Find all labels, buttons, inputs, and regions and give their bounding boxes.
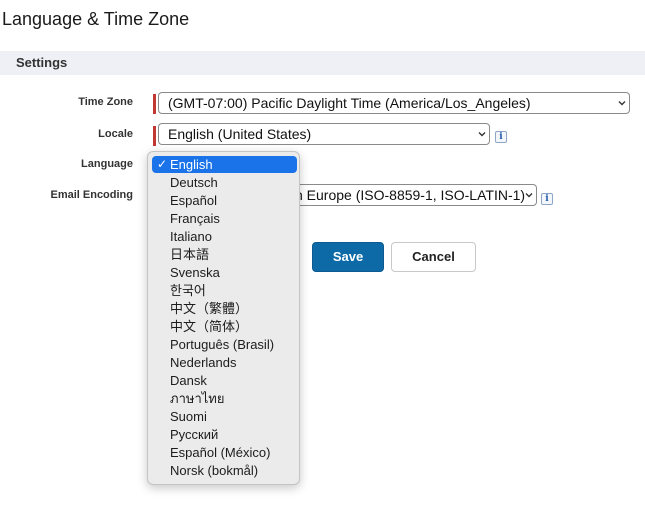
language-option-label: Nederlands — [170, 355, 237, 370]
language-option[interactable]: 한국어 — [152, 282, 297, 299]
language-option[interactable]: Svenska — [152, 264, 297, 281]
language-option-label: 中文（简体） — [170, 319, 249, 334]
chevron-down-icon — [618, 99, 626, 106]
language-option-label: Deutsch — [170, 175, 218, 190]
language-option[interactable]: ✓ English — [152, 156, 297, 173]
language-option-label: ภาษาไทย — [170, 391, 225, 406]
required-indicator — [153, 94, 156, 114]
language-option[interactable]: Français — [152, 210, 297, 227]
required-indicator — [153, 126, 156, 146]
language-option[interactable]: Dansk — [152, 372, 297, 389]
section-title: Settings — [16, 55, 68, 70]
checkmark-icon: ✓ — [157, 157, 168, 171]
language-option-label: Svenska — [170, 265, 220, 280]
timezone-select[interactable]: (GMT-07:00) Pacific Daylight Time (Ameri… — [158, 92, 630, 114]
language-option-label: Français — [170, 211, 220, 226]
page-title: Language & Time Zone — [2, 9, 190, 29]
language-option[interactable]: Norsk (bokmål) — [152, 462, 297, 479]
email-encoding-value: n Europe (ISO-8859-1, ISO-LATIN-1) — [295, 187, 526, 203]
language-option-label: 日本語 — [170, 247, 210, 262]
chevron-down-icon — [478, 130, 486, 137]
save-button[interactable]: Save — [312, 242, 384, 272]
language-option[interactable]: Português (Brasil) — [152, 336, 297, 353]
language-option-label: Español — [170, 193, 217, 208]
language-option-label: Dansk — [170, 373, 207, 388]
language-option[interactable]: ภาษาไทย — [152, 390, 297, 407]
section-header: Settings — [0, 51, 645, 75]
language-dropdown-menu[interactable]: ✓ English Deutsch Español Français Italiano 日本… — [147, 151, 300, 485]
language-option[interactable]: Nederlands — [152, 354, 297, 371]
language-option-label: Español (México) — [170, 445, 271, 460]
locale-value: English (United States) — [168, 126, 312, 142]
language-option[interactable]: Deutsch — [152, 174, 297, 191]
info-icon[interactable]: i — [541, 193, 553, 205]
language-option[interactable]: 中文（繁體） — [152, 300, 297, 317]
language-option-label: 中文（繁體） — [170, 301, 249, 316]
language-option-label: 한국어 — [170, 283, 206, 298]
timezone-value: (GMT-07:00) Pacific Daylight Time (Ameri… — [168, 95, 531, 111]
info-icon[interactable]: i — [495, 131, 507, 143]
language-option[interactable]: 日本語 — [152, 246, 297, 263]
language-option[interactable]: 中文（简体） — [152, 318, 297, 335]
cancel-button[interactable]: Cancel — [391, 242, 476, 272]
language-option[interactable]: Español (México) — [152, 444, 297, 461]
language-option-label: Norsk (bokmål) — [170, 463, 259, 478]
language-option-label: Italiano — [170, 229, 212, 244]
email-encoding-label: Email Encoding — [50, 189, 133, 201]
language-option[interactable]: Español — [152, 192, 297, 209]
language-option-label: Suomi — [170, 409, 207, 424]
language-option[interactable]: Italiano — [152, 228, 297, 245]
language-label: Language — [81, 158, 133, 170]
language-option-label: Português (Brasil) — [170, 337, 275, 352]
locale-label: Locale — [98, 128, 133, 140]
language-option[interactable]: Suomi — [152, 408, 297, 425]
language-option-label: Русский — [170, 427, 219, 442]
locale-select[interactable]: English (United States) — [158, 123, 490, 145]
timezone-label: Time Zone — [78, 96, 133, 108]
chevron-down-icon — [525, 191, 533, 198]
language-option[interactable]: Русский — [152, 426, 297, 443]
language-option-label: English — [170, 157, 213, 172]
